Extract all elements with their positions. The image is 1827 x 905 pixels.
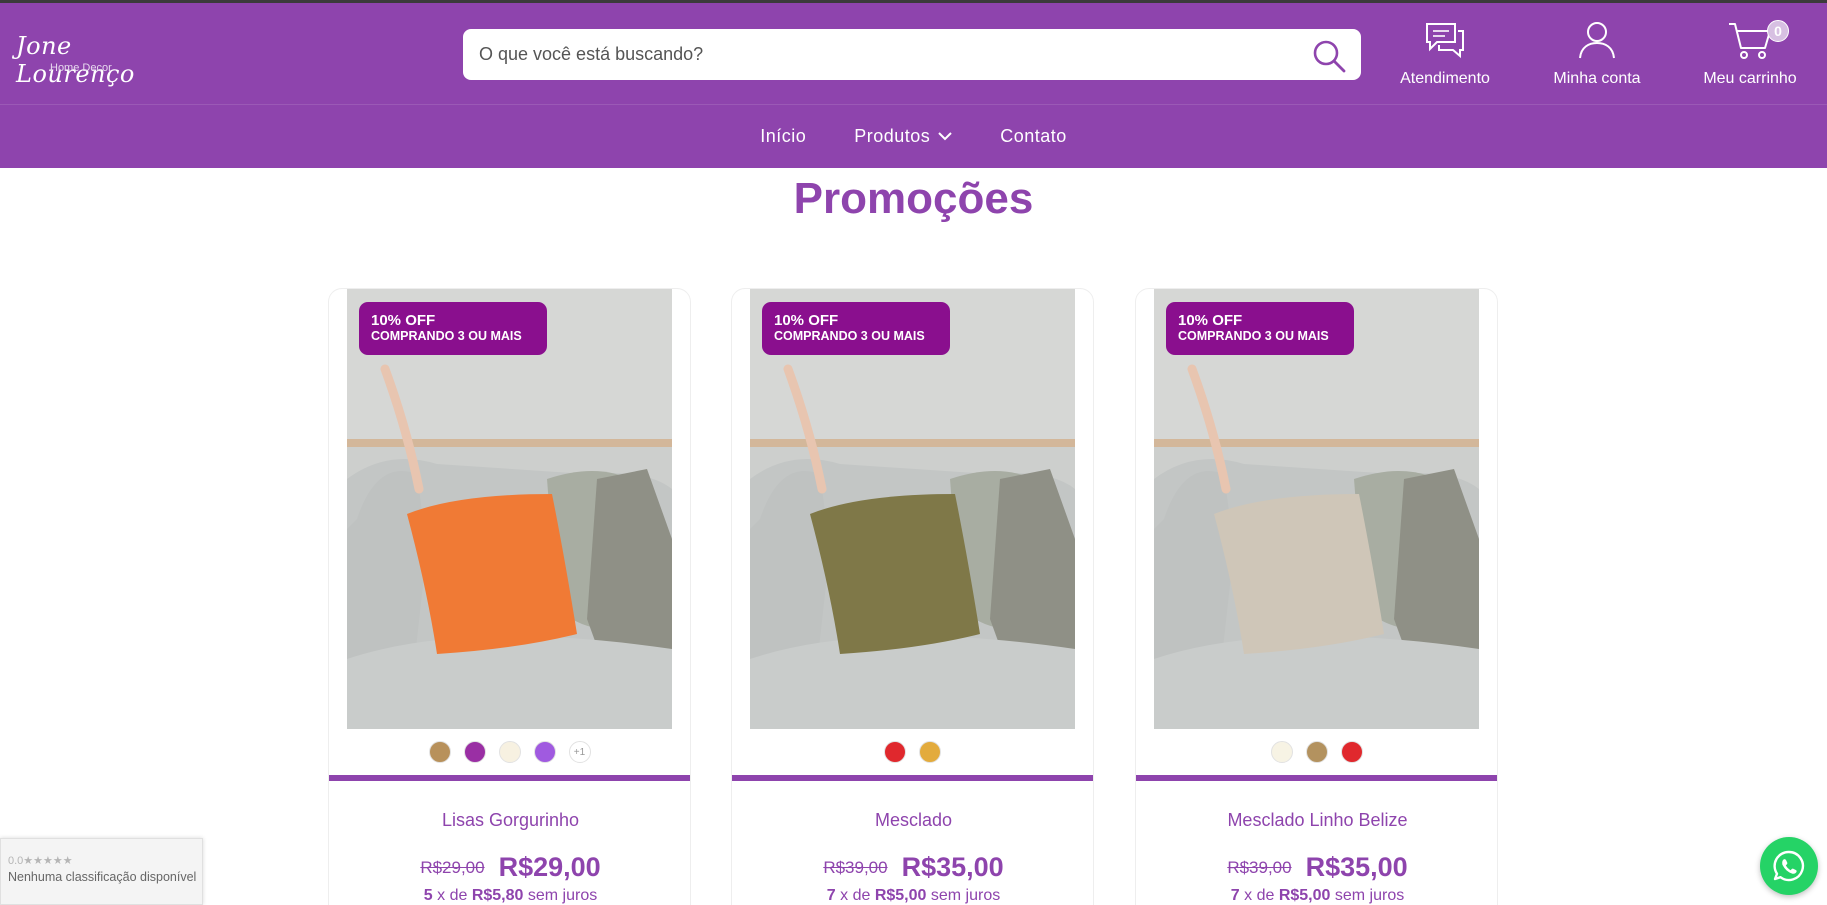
current-price: R$29,00 — [498, 852, 601, 882]
installment-text: x de — [840, 887, 871, 904]
installment-count: 7 — [1230, 887, 1240, 904]
installment-text: x de — [437, 887, 468, 904]
installment-value: R$5,00 — [874, 887, 927, 904]
promo-badge: 10% OFF COMPRANDO 3 OU MAIS — [1166, 302, 1354, 355]
color-swatch[interactable] — [533, 741, 556, 763]
color-swatch[interactable] — [498, 741, 521, 763]
nav-item-label: Produtos — [854, 125, 931, 146]
installment-count: 5 — [423, 887, 433, 904]
product-name[interactable]: Mesclado Linho Belize — [1136, 810, 1497, 831]
account-label: Minha conta — [1553, 70, 1641, 87]
chat-bubbles-icon — [1426, 23, 1464, 59]
nav-item-label: Contato — [1000, 125, 1067, 146]
installment-text: sem juros — [1334, 887, 1405, 904]
color-swatches — [750, 729, 1075, 775]
promo-line2: COMPRANDO 3 OU MAIS — [1178, 329, 1329, 343]
old-price: R$39,00 — [823, 857, 888, 877]
product-prices: R$39,00 R$35,00 — [732, 852, 1093, 883]
product-name[interactable]: Mesclado — [732, 810, 1093, 831]
more-colors-button[interactable]: +1 — [568, 741, 591, 763]
main-nav: Início Produtos Contato — [0, 104, 1827, 168]
installment-value: R$5,00 — [1278, 887, 1331, 904]
account-link[interactable]: Minha conta — [1547, 20, 1647, 88]
installment-text: x de — [1244, 887, 1275, 904]
promo-line2: COMPRANDO 3 OU MAIS — [774, 329, 925, 343]
search-box — [463, 29, 1361, 80]
search-icon — [1313, 40, 1346, 73]
search-button[interactable] — [1311, 38, 1347, 74]
color-swatch[interactable] — [1305, 741, 1328, 763]
product-prices: R$29,00 R$29,00 — [329, 852, 690, 883]
product-name[interactable]: Lisas Gorgurinho — [329, 810, 690, 831]
installment-text: sem juros — [527, 887, 598, 904]
promo-line1: 10% OFF — [774, 312, 839, 329]
promo-line2: COMPRANDO 3 OU MAIS — [371, 329, 522, 343]
promo-badge: 10% OFF COMPRANDO 3 OU MAIS — [762, 302, 950, 355]
rating-stars: 0.0★★★★★ — [8, 855, 73, 867]
color-swatches: +1 — [347, 729, 672, 775]
search-input[interactable] — [463, 29, 1303, 80]
card-divider — [732, 775, 1093, 781]
product-card[interactable]: 10% OFF COMPRANDO 3 OU MAIS Mesclado Lin… — [1135, 288, 1498, 905]
cart-count-badge: 0 — [1767, 20, 1789, 42]
color-swatch[interactable] — [919, 741, 941, 763]
color-swatch[interactable] — [428, 741, 451, 763]
promo-line1: 10% OFF — [1178, 312, 1243, 329]
color-swatch[interactable] — [884, 741, 906, 763]
logo-subtitle: Home Decor — [50, 62, 112, 74]
nav-item-contato[interactable]: Contato — [1000, 126, 1067, 147]
installments: 5 x de R$5,80 sem juros — [329, 887, 690, 905]
product-image[interactable]: 10% OFF COMPRANDO 3 OU MAIS — [750, 289, 1075, 729]
product-card[interactable]: 10% OFF COMPRANDO 3 OU MAIS Mesclado R$3… — [731, 288, 1094, 905]
old-price: R$29,00 — [420, 857, 485, 877]
old-price: R$39,00 — [1227, 857, 1292, 877]
nav-item-inicio[interactable]: Início — [760, 126, 806, 147]
installment-count: 7 — [826, 887, 836, 904]
color-swatch[interactable] — [1340, 741, 1363, 763]
cart-link[interactable]: 0 Meu carrinho — [1695, 20, 1805, 88]
product-prices: R$39,00 R$35,00 — [1136, 852, 1497, 883]
card-divider — [1136, 775, 1497, 781]
user-icon — [1579, 22, 1615, 59]
support-label: Atendimento — [1400, 70, 1490, 87]
support-link[interactable]: Atendimento — [1393, 20, 1497, 88]
rating-widget[interactable]: 0.0★★★★★ Nenhuma classificação disponíve… — [0, 838, 203, 905]
whatsapp-icon — [1773, 850, 1805, 882]
section-title: Promoções — [793, 174, 1034, 223]
whatsapp-button[interactable] — [1760, 837, 1818, 895]
product-image[interactable]: 10% OFF COMPRANDO 3 OU MAIS — [347, 289, 672, 729]
product-card[interactable]: 10% OFF COMPRANDO 3 OU MAIS +1 Lisas Gor… — [328, 288, 691, 905]
cart-label: Meu carrinho — [1703, 70, 1797, 87]
nav-item-label: Início — [760, 125, 807, 146]
color-swatch[interactable] — [463, 741, 486, 763]
card-divider — [329, 775, 690, 781]
promo-line1: 10% OFF — [371, 312, 436, 329]
rating-text: Nenhuma classificação disponível — [8, 870, 197, 884]
installments: 7 x de R$5,00 sem juros — [1136, 887, 1497, 905]
color-swatch[interactable] — [1270, 741, 1293, 763]
cart-icon — [1729, 23, 1771, 59]
installment-value: R$5,80 — [471, 887, 524, 904]
logo-script: Jone Lourenço — [16, 32, 135, 88]
nav-item-produtos[interactable]: Produtos — [854, 126, 952, 147]
color-swatches — [1154, 729, 1479, 775]
current-price: R$35,00 — [901, 852, 1004, 882]
product-image[interactable]: 10% OFF COMPRANDO 3 OU MAIS — [1154, 289, 1479, 729]
current-price: R$35,00 — [1305, 852, 1408, 882]
chevron-down-icon — [938, 132, 952, 141]
store-logo[interactable]: Jone Lourenço Home Decor — [16, 32, 176, 88]
installment-text: sem juros — [930, 887, 1001, 904]
installments: 7 x de R$5,00 sem juros — [732, 887, 1093, 905]
promo-badge: 10% OFF COMPRANDO 3 OU MAIS — [359, 302, 547, 355]
